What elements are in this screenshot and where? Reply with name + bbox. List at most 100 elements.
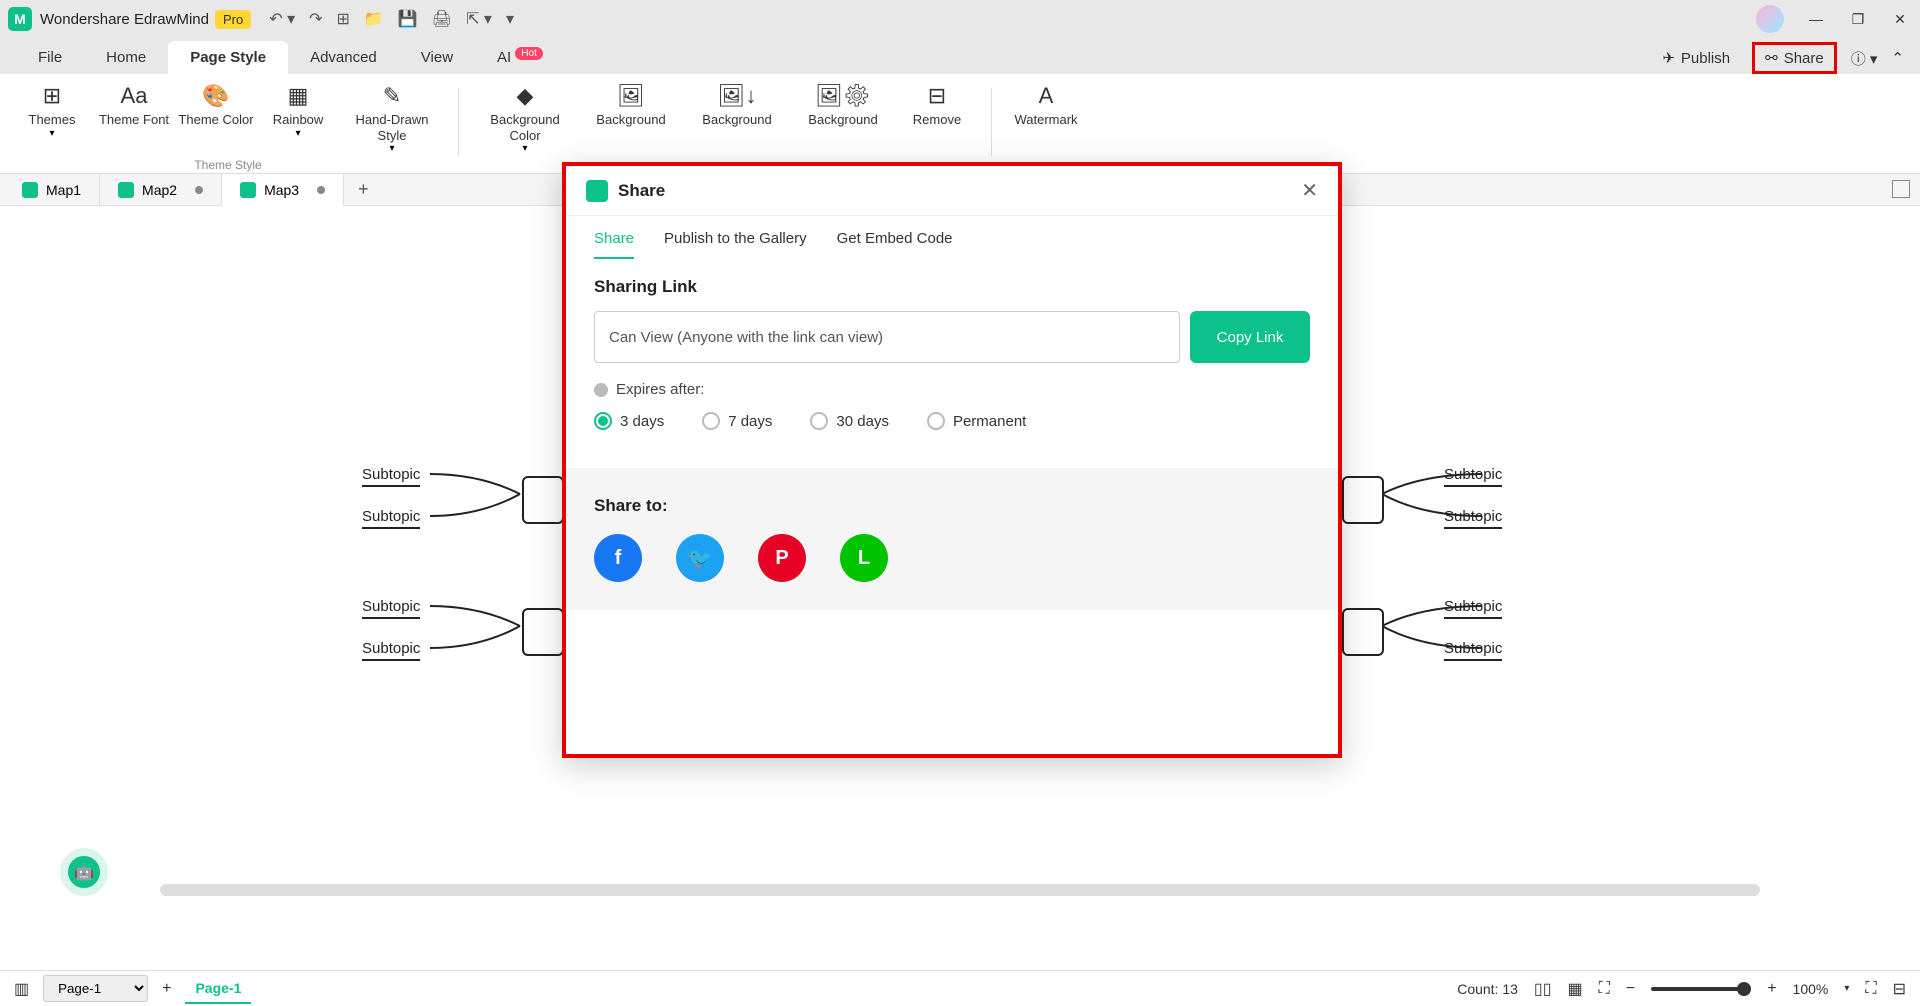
bg-settings-button[interactable]: 🖼⚙Background [793,82,893,128]
bg-color-button[interactable]: ◆Background Color▾ [475,82,575,154]
menu-advanced[interactable]: Advanced [288,41,399,74]
ribbon-divider [991,88,992,156]
view-mode-2-button[interactable]: ▦ [1568,979,1583,999]
radio-30days[interactable]: 30 days [810,412,889,430]
help-button[interactable]: ⓘ ▾ [1851,48,1878,69]
image-icon: 🖼 [617,82,645,110]
zoom-label: 100% [1793,981,1829,997]
open-button[interactable]: 📁 [364,9,384,29]
zoom-dropdown-button[interactable]: ▾ [1844,983,1849,994]
rainbow-icon: ▦ [288,82,309,110]
twitter-icon: 🐦 [688,546,713,571]
robot-icon: 🤖 [74,862,94,882]
add-tab-button[interactable]: + [344,179,383,200]
theme-color-button[interactable]: 🎨Theme Color [178,82,254,154]
tab-map3[interactable]: Map3 [222,174,344,206]
rainbow-button[interactable]: ▦Rainbow▾ [260,82,336,154]
pinterest-button[interactable]: P [758,534,806,582]
connector-lines [1382,466,1482,536]
share-link-input[interactable] [594,311,1180,363]
themes-button[interactable]: ⊞Themes▾ [14,82,90,154]
twitter-button[interactable]: 🐦 [676,534,724,582]
menu-ai[interactable]: AIHot [475,40,565,74]
close-dialog-button[interactable]: ✕ [1301,178,1318,203]
menu-file[interactable]: File [16,41,84,74]
radio-7days[interactable]: 7 days [702,412,772,430]
fullscreen-button[interactable]: ⛶ [1865,980,1876,998]
undo-button[interactable]: ↶ ▾ [269,9,295,29]
connector-lines [430,598,530,668]
zoom-out-button[interactable]: − [1626,980,1635,998]
print-button[interactable]: 🖨 [432,9,452,29]
menu-home[interactable]: Home [84,41,168,74]
menu-page-style[interactable]: Page Style [168,41,288,74]
app-logo-icon [586,180,608,202]
zoom-slider[interactable] [1651,987,1751,991]
publish-button[interactable]: ✈Publish [1654,45,1738,71]
page-select[interactable]: Page-1 [43,975,148,1002]
minimize-button[interactable]: — [1804,11,1828,28]
save-button[interactable]: 💾 [398,9,418,29]
status-bar: ▥ Page-1 + Page-1 Count: 13 ▯▯ ▦ ⛶ − + 1… [0,970,1920,1006]
themes-icon: ⊞ [43,82,61,110]
hand-drawn-button[interactable]: ✎Hand-Drawn Style▾ [342,82,442,154]
connector-lines [430,466,530,536]
app-logo-icon: M [8,7,32,31]
collapse-button[interactable]: ⊟ [1893,979,1906,999]
facebook-button[interactable]: f [594,534,642,582]
fit-button[interactable]: ⛶ [1599,980,1610,998]
info-icon [594,383,608,397]
outline-toggle-button[interactable]: ▥ [14,979,29,999]
mindmap-node[interactable]: Subtopic [362,640,420,661]
mindmap-main-node[interactable] [1342,608,1384,656]
dlg-tab-share[interactable]: Share [594,230,634,259]
title-bar: M Wondershare EdrawMind Pro ↶ ▾ ↷ ⊞ 📁 💾 … [0,0,1920,38]
dlg-tab-publish[interactable]: Publish to the Gallery [664,230,807,259]
ai-assistant-button[interactable]: 🤖 [60,848,108,896]
expires-radio-group: 3 days 7 days 30 days Permanent [594,412,1310,430]
horizontal-scrollbar[interactable] [160,884,1760,896]
close-window-button[interactable]: ✕ [1888,11,1912,28]
page-tab[interactable]: Page-1 [185,974,251,1004]
redo-button[interactable]: ↷ [309,9,322,29]
connector-lines [1382,598,1482,668]
maximize-button[interactable]: ❐ [1846,11,1870,28]
mindmap-node[interactable]: Subtopic [362,598,420,619]
theme-font-button[interactable]: AaTheme Font [96,82,172,154]
mindmap-node[interactable]: Subtopic [362,508,420,529]
image-down-icon: 🖼↓ [718,82,757,110]
app-title: Wondershare EdrawMind [40,11,209,28]
copy-link-button[interactable]: Copy Link [1190,311,1310,363]
user-avatar[interactable] [1756,5,1784,33]
doc-icon [240,182,256,198]
mindmap-main-node[interactable] [1342,476,1384,524]
bg-image-button[interactable]: 🖼Background [581,82,681,128]
dlg-tab-embed[interactable]: Get Embed Code [837,230,953,259]
palette-icon: 🎨 [202,82,229,110]
zoom-in-button[interactable]: + [1767,980,1776,998]
line-button[interactable]: L [840,534,888,582]
qat-more-button[interactable]: ▾ [506,9,514,29]
remove-bg-button: ⊟Remove [899,82,975,128]
collapse-ribbon-button[interactable]: ⌃ [1891,49,1904,67]
tab-map1[interactable]: Map1 [4,174,100,206]
watermark-button[interactable]: AWatermark [1008,82,1084,128]
mindmap-node[interactable]: Subtopic [362,466,420,487]
dialog-header: Share ✕ [566,166,1338,216]
radio-3days[interactable]: 3 days [594,412,664,430]
pinterest-icon: P [775,547,788,570]
menu-view[interactable]: View [399,41,475,74]
watermark-icon: A [1039,82,1054,110]
unsaved-dot-icon [195,186,203,194]
view-mode-1-button[interactable]: ▯▯ [1534,979,1552,999]
panel-toggle-button[interactable] [1892,180,1910,198]
doc-icon [22,182,38,198]
share-button[interactable]: ⚯Share [1752,42,1837,74]
bg-import-button[interactable]: 🖼↓Background [687,82,787,128]
new-button[interactable]: ⊞ [337,9,350,29]
export-button[interactable]: ⇱ ▾ [466,9,492,29]
send-icon: ✈ [1662,49,1675,67]
radio-permanent[interactable]: Permanent [927,412,1026,430]
tab-map2[interactable]: Map2 [100,174,222,206]
add-page-button[interactable]: + [162,980,171,998]
